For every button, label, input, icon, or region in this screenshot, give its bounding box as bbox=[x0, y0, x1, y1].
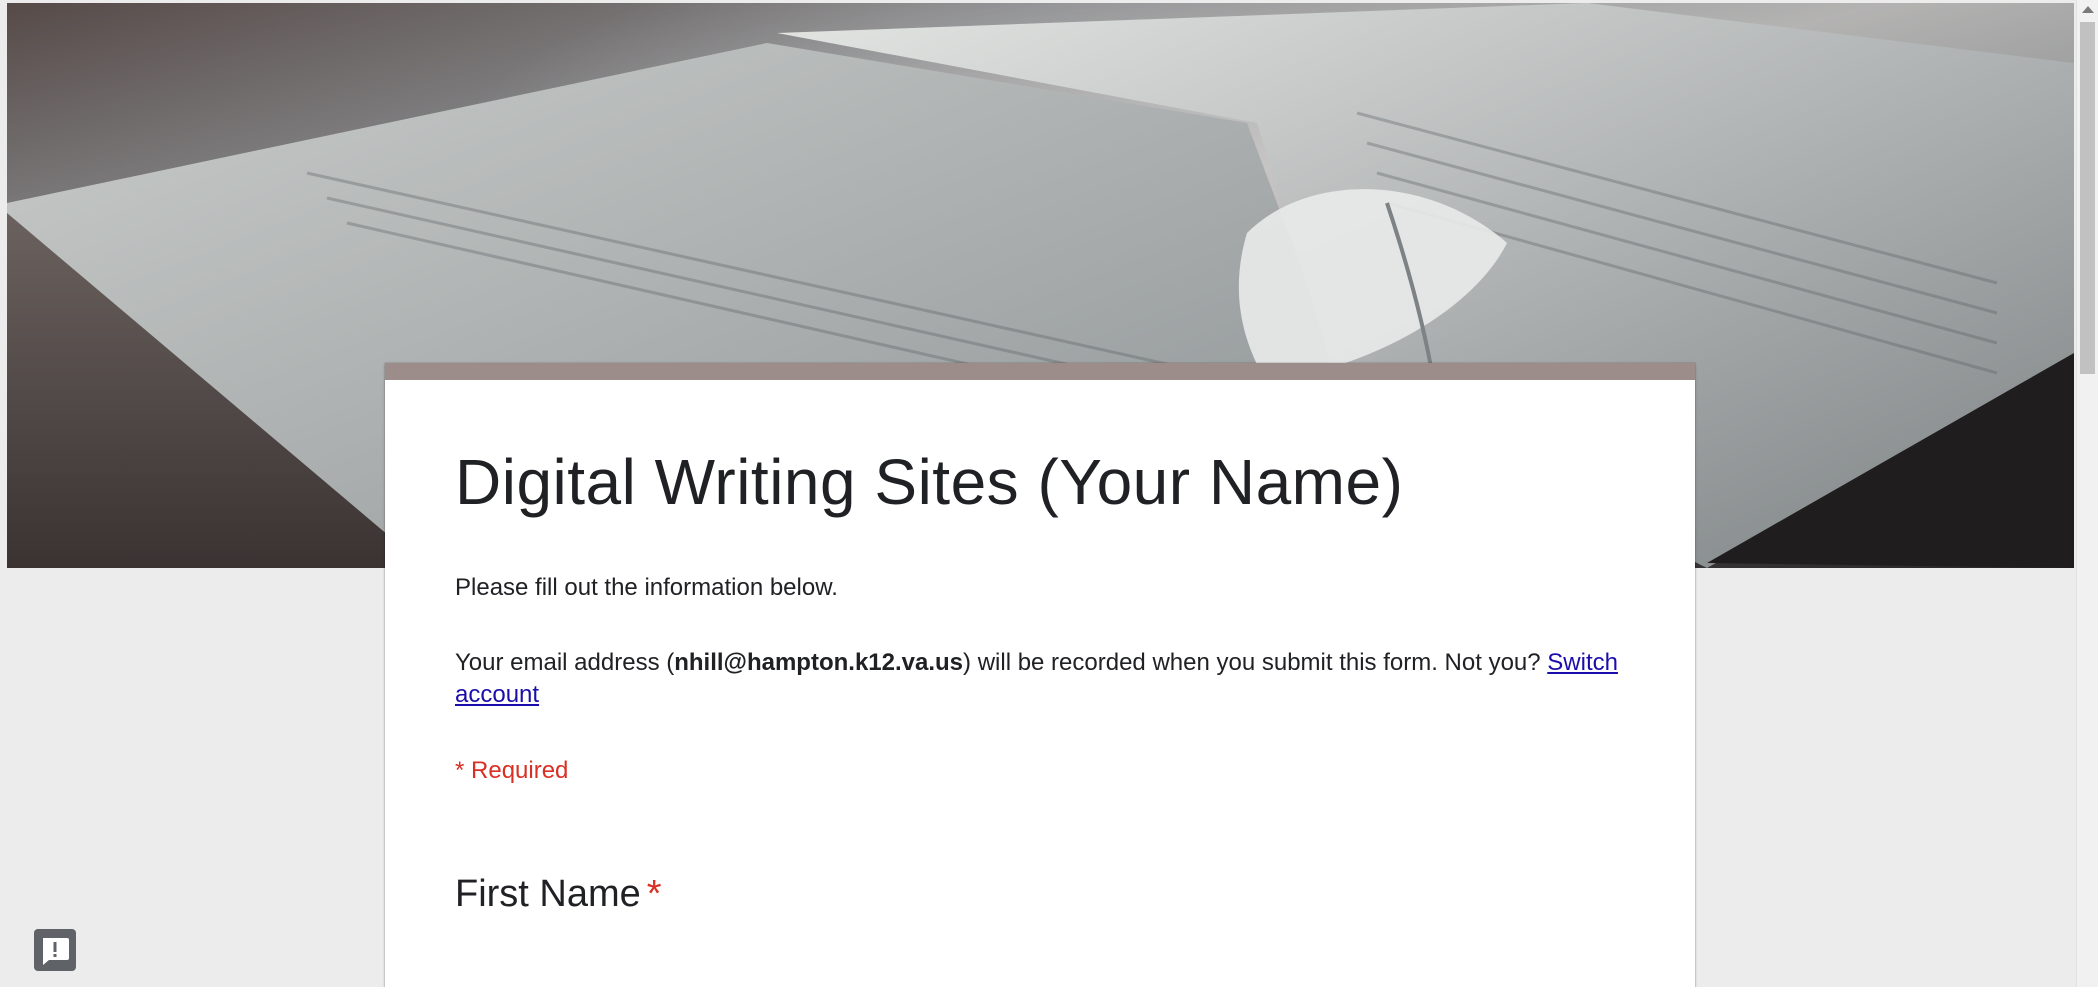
email-notice-prefix: Your email address ( bbox=[455, 649, 675, 676]
card-accent-bar bbox=[385, 363, 1695, 380]
form-description: Please fill out the information below. bbox=[455, 574, 838, 601]
form-header: Digital Writing Sites (Your Name) Please… bbox=[385, 380, 1695, 918]
vertical-scrollbar[interactable] bbox=[2076, 0, 2098, 987]
required-asterisk: * bbox=[646, 873, 662, 915]
email-notice-suffix: ) will be recorded when you submit this … bbox=[963, 649, 1548, 676]
question-label: First Name bbox=[455, 873, 641, 915]
email-notice: Your email address (nhill@hampton.k12.va… bbox=[455, 647, 1625, 711]
form-title: Digital Writing Sites (Your Name) bbox=[455, 446, 1404, 518]
feedback-button[interactable] bbox=[34, 929, 76, 971]
feedback-icon bbox=[43, 938, 69, 965]
form-page: Digital Writing Sites (Your Name) Please… bbox=[0, 0, 2076, 987]
user-email: nhill@hampton.k12.va.us bbox=[674, 649, 964, 676]
required-note: * Required bbox=[455, 757, 569, 784]
scrollbar-thumb[interactable] bbox=[2080, 22, 2095, 374]
scroll-up-arrow-icon[interactable] bbox=[2082, 6, 2094, 13]
form-card: Digital Writing Sites (Your Name) Please… bbox=[385, 363, 1695, 987]
question-first-name-title: First Name * bbox=[455, 870, 1625, 918]
